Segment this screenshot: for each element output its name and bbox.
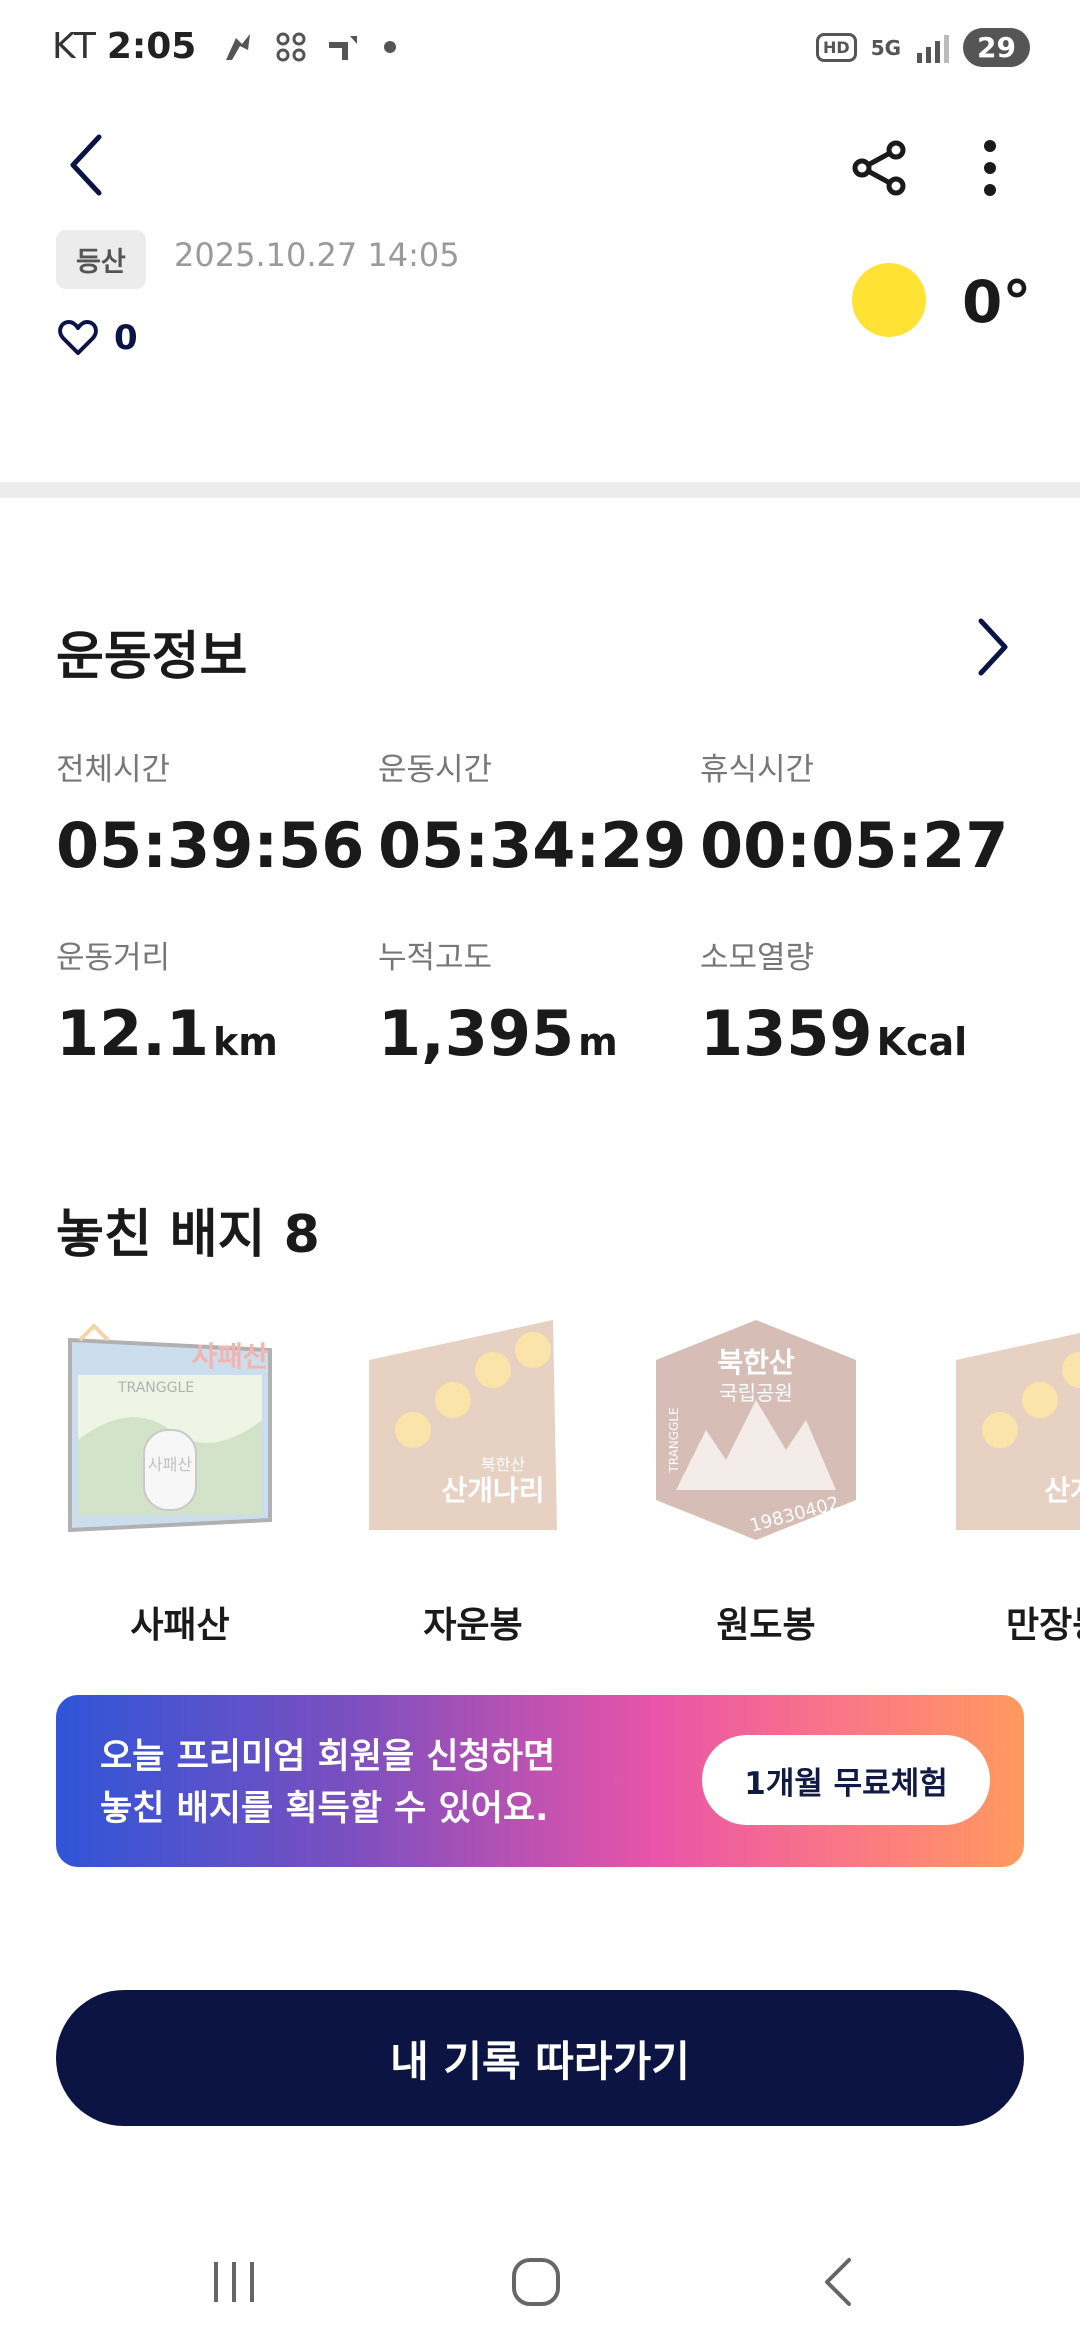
stat-distance: 운동거리 12.1 km	[56, 932, 278, 1070]
badge-art-stone: 사패산	[148, 1455, 192, 1474]
more-options-button[interactable]	[960, 128, 1020, 208]
more-notifications-dot	[384, 40, 397, 53]
stat-label: 소모열량	[700, 940, 815, 976]
premium-message: 오늘 프리미엄 회원을 신청하면 놓친 배지를 획득할 수 있어요.	[100, 1731, 555, 1835]
follow-my-record-button[interactable]: 내 기록 따라가기	[56, 1990, 1024, 2126]
exercise-info-detail-button[interactable]	[968, 612, 1018, 682]
badge-item[interactable]: 북한산 산개나리 자운봉	[353, 1320, 593, 1648]
stat-label: 전체시간	[56, 752, 171, 788]
stat-unit: m	[578, 1020, 618, 1064]
chevron-left-icon	[70, 134, 102, 196]
badge-art-brand: TRANGGLE	[667, 1407, 681, 1473]
stat-value: 1359	[700, 997, 873, 1070]
badge-name: 만장봉	[1006, 1605, 1080, 1646]
badge-name: 원도봉	[716, 1605, 816, 1646]
notification-grid-icon	[276, 32, 306, 61]
stat-total-time: 전체시간 05:39:56	[56, 744, 364, 882]
battery-indicator: 29	[963, 28, 1030, 67]
stat-value: 1,395	[378, 997, 575, 1070]
notification-tranggle-icon	[329, 35, 358, 60]
badge-item[interactable]: 북한산 국립공원 TRANGGLE 19830402 원도봉	[646, 1320, 886, 1648]
premium-line-1: 오늘 프리미엄 회원을 신청하면	[100, 1737, 556, 1777]
stat-unit: km	[212, 1020, 278, 1064]
hd-voice-badge: HD	[816, 33, 857, 62]
stat-label: 휴식시간	[700, 752, 815, 788]
back-arrow-icon	[825, 2258, 851, 2306]
heart-icon	[58, 320, 98, 355]
stat-exercise-time: 운동시간 05:34:29	[378, 744, 686, 882]
share-button[interactable]	[840, 128, 920, 208]
badge-art-brand: TRANGGLE	[117, 1380, 194, 1396]
system-navigation-bar	[0, 2220, 1080, 2340]
stat-value: 00:05:27	[700, 809, 1009, 882]
badges-carousel[interactable]: 사패산 TRANGGLE 사패산 사패산 북한산 산개나리 자운봉 북한산 국립…	[0, 1320, 1080, 1650]
status-bar: KT 2:05 HD 5G 29	[0, 0, 1080, 100]
recent-apps-button[interactable]	[194, 2250, 274, 2314]
like-count: 0	[114, 318, 138, 358]
badge-art-title: 사패산	[191, 1340, 269, 1373]
badge-image: 사패산 TRANGGLE 사패산	[68, 1323, 272, 1533]
stat-elevation: 누적고도 1,395 m	[378, 932, 618, 1070]
share-icon	[852, 140, 906, 196]
home-button[interactable]	[496, 2250, 576, 2314]
notification-app-icon	[226, 33, 251, 60]
stat-rest-time: 휴식시간 00:05:27	[700, 744, 1008, 882]
badge-image: 북한산 산개나리	[369, 1320, 557, 1530]
record-datetime: 2025.10.27 14:05	[174, 236, 460, 274]
back-button[interactable]	[50, 120, 120, 210]
recent-apps-icon	[214, 2262, 254, 2302]
signal-icon	[917, 34, 950, 63]
temperature: 0°	[962, 268, 1032, 336]
badge-art-small: 북한산	[481, 1455, 525, 1474]
premium-line-2: 놓친 배지를 획득할 수 있어요.	[100, 1789, 549, 1829]
badge-art-title: 북한산	[717, 1346, 795, 1379]
stat-label: 운동거리	[56, 940, 171, 976]
home-icon	[512, 2258, 560, 2306]
badge-item[interactable]: 산개 만장봉	[940, 1320, 1080, 1648]
free-trial-button[interactable]: 1개월 무료체험	[702, 1735, 990, 1825]
stat-label: 운동시간	[378, 752, 493, 788]
network-type-label: 5G	[870, 35, 902, 60]
badge-name: 자운봉	[423, 1605, 523, 1646]
stat-calories: 소모열량 1359 Kcal	[700, 932, 967, 1070]
section-divider	[0, 482, 1080, 498]
activity-type-tag: 등산	[56, 230, 146, 289]
sun-icon	[852, 263, 926, 337]
status-time: 2:05	[106, 26, 197, 67]
badge-art-title: 산개나리	[441, 1474, 544, 1507]
nav-back-button[interactable]	[798, 2250, 878, 2314]
stat-value: 12.1	[56, 997, 209, 1070]
stat-unit: Kcal	[876, 1020, 968, 1064]
badge-image: 산개	[956, 1333, 1080, 1530]
badge-art-sub: 국립공원	[719, 1381, 793, 1405]
carrier-label: KT	[52, 26, 97, 67]
like-button[interactable]: 0	[58, 318, 138, 358]
badge-art-title: 산개	[1044, 1474, 1080, 1507]
exercise-info-title: 운동정보	[56, 627, 248, 687]
chevron-right-icon	[978, 618, 1008, 676]
badge-name: 사패산	[130, 1605, 230, 1646]
premium-banner[interactable]: 오늘 프리미엄 회원을 신청하면 놓친 배지를 획득할 수 있어요. 1개월 무…	[56, 1695, 1024, 1867]
badge-item[interactable]: 사패산 TRANGGLE 사패산 사패산	[60, 1320, 300, 1648]
stat-value: 05:39:56	[56, 809, 365, 882]
more-vertical-icon	[984, 140, 996, 196]
stat-label: 누적고도	[378, 940, 493, 976]
missed-badges-title: 놓친 배지 8	[56, 1205, 320, 1265]
badge-image: 북한산 국립공원 TRANGGLE 19830402	[656, 1320, 856, 1540]
stat-value: 05:34:29	[378, 809, 687, 882]
